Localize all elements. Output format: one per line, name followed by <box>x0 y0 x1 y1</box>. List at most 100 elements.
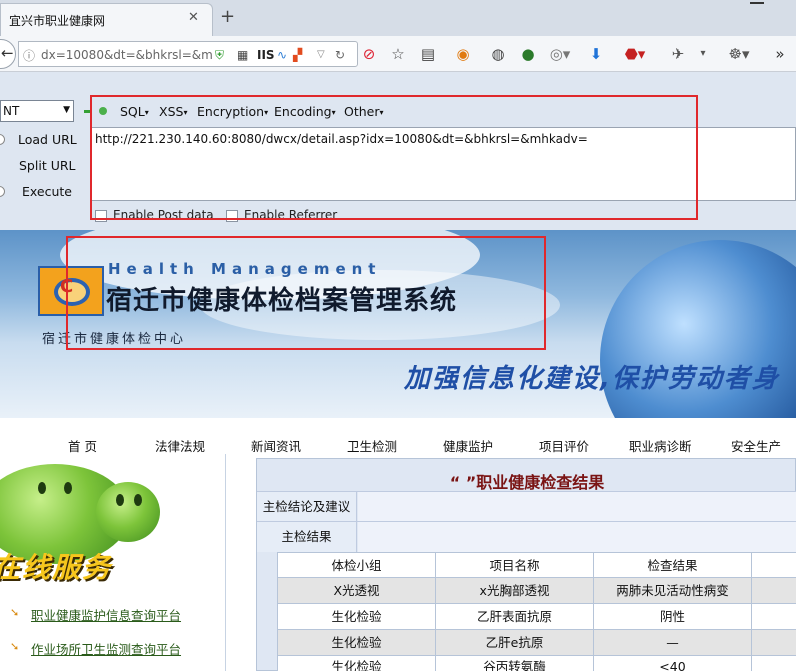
block-icon[interactable]: ⊘ <box>360 44 378 64</box>
close-tab-icon[interactable]: ✕ <box>188 10 199 25</box>
nav-news[interactable]: 新闻资讯 <box>251 436 301 455</box>
nav-health-monitoring[interactable]: 健康监护 <box>443 436 493 455</box>
url-bar[interactable]: ⓘ dx=10080&dt=&bhkrsl=&m ⛨ ▦ IIS ∿ ▞ ▽ ↻ <box>18 41 358 67</box>
table-cell: 生化检验 <box>278 604 436 630</box>
qr-code-icon[interactable]: ▦ <box>237 46 248 64</box>
split-url-button[interactable]: Split URL <box>19 158 76 173</box>
extra-cell <box>752 604 796 630</box>
info-icon[interactable]: ⓘ <box>23 47 35 64</box>
left-sidebar: 在线服务 ➘ 职业健康监护信息查询平台 ➘ 作业场所卫生监测查询平台 <box>0 454 226 671</box>
exam-items-table: 体检小组 项目名称 检查结果 X光透视 x光胸部透视 两肺未见活动性病变 生化检… <box>277 552 796 671</box>
conclusion-row: 主检结论及建议 <box>257 491 796 522</box>
site-navigation: 首 页 法律法规 新闻资讯 卫生检测 健康监护 项目评价 职业病诊断 安全生产 <box>0 418 796 454</box>
mascot-eye-icon <box>38 482 46 494</box>
browser-tab[interactable]: 宜兴市职业健康网 ✕ <box>0 3 213 36</box>
shield-check-icon[interactable]: ⛨ <box>215 46 224 64</box>
table-cell: 乙肝表面抗原 <box>436 604 594 630</box>
enable-post-checkbox[interactable] <box>95 210 107 222</box>
addon-green-icon[interactable]: ● <box>518 44 538 64</box>
table-cell: 两肺未见活动性病变 <box>594 578 752 604</box>
hackbar-url-textarea[interactable]: http://221.230.140.60:8080/dwcx/detail.a… <box>90 127 796 201</box>
load-url-icon <box>0 134 5 145</box>
conclusion-value <box>358 492 796 522</box>
menu-other[interactable]: Other▾ <box>344 104 384 119</box>
mascot-eye-icon <box>116 494 124 506</box>
enable-referrer-label: Enable Referrer <box>244 208 338 222</box>
menu-sql-label: SQL <box>120 104 145 119</box>
site-banner: C Health Management 宿迁市健康体检档案管理系统 宿迁市健康体… <box>0 230 796 418</box>
tool-icon[interactable]: ✈ <box>668 44 688 64</box>
addon-fox-icon[interactable]: ◉ <box>453 44 473 64</box>
hackbar-select[interactable]: NT ▼ <box>0 100 74 122</box>
table-cell: 生化检验 <box>278 656 436 671</box>
nav-safety[interactable]: 安全生产 <box>731 436 781 455</box>
mascot-eye-icon <box>134 494 142 506</box>
load-url-button[interactable]: Load URL <box>18 132 77 147</box>
table-cell: x光胸部透视 <box>436 578 594 604</box>
enable-post-label: Enable Post data <box>113 208 214 222</box>
enable-referrer-checkbox[interactable] <box>226 210 238 222</box>
hackbar-url-value: http://221.230.140.60:8080/dwcx/detail.a… <box>95 132 588 146</box>
nav-laws[interactable]: 法律法规 <box>155 436 205 455</box>
table-cell: 生化检验 <box>278 630 436 656</box>
menu-encryption[interactable]: Encryption▾ <box>197 104 268 119</box>
conclusion-label: 主检结论及建议 <box>257 492 357 522</box>
browser-tab-bar: 宜兴市职业健康网 ✕ + <box>0 0 796 36</box>
hackbar-toolbar: NT ▼ SQL▾ XSS▾ Encryption▾ Encoding▾ Oth… <box>0 72 796 230</box>
overflow-icon[interactable]: » <box>770 44 790 64</box>
new-tab-icon[interactable]: + <box>220 6 235 27</box>
online-service-title: 在线服务 <box>0 551 113 584</box>
logo-c-icon: C <box>60 276 74 297</box>
hackbar-select-value: NT <box>3 104 20 118</box>
menu-sql[interactable]: SQL▾ <box>120 104 149 119</box>
result-title: “ ”职业健康检查结果 <box>449 473 605 492</box>
link-health-query[interactable]: 职业健康监护信息查询平台 <box>31 605 181 624</box>
extra-cell <box>752 630 796 656</box>
tool-menu-arrow-icon[interactable]: ▾ <box>696 44 710 64</box>
exam-result-panel: “ ”职业健康检查结果 主检结论及建议 主检结果 体检小组 项目名称 检查结果 … <box>256 458 796 671</box>
tab-title: 宜兴市职业健康网 <box>9 14 106 28</box>
nav-home[interactable]: 首 页 <box>68 436 97 455</box>
table-cell: 乙肝e抗原 <box>436 630 594 656</box>
bookmark-star-icon[interactable]: ☆ <box>388 44 408 64</box>
column-header: 项目名称 <box>436 552 594 578</box>
back-button[interactable]: ← <box>0 39 16 69</box>
gear-icon[interactable]: ☸▾ <box>724 44 754 64</box>
execute-icon <box>0 186 5 197</box>
mascot-small-image <box>96 482 160 542</box>
execute-button[interactable]: Execute <box>22 184 72 199</box>
menu-xss-label: XSS <box>159 104 184 119</box>
mascot-eye-icon <box>64 482 72 494</box>
url-text: dx=10080&dt=&bhkrsl=&m <box>41 48 213 62</box>
minus-icon[interactable] <box>84 110 91 113</box>
menu-encryption-label: Encryption <box>197 104 265 119</box>
settings-icon[interactable]: ◎▾ <box>546 44 574 64</box>
adblock-icon[interactable]: ⬣▾ <box>620 44 650 64</box>
table-cell: <40 <box>594 656 752 671</box>
menu-encoding[interactable]: Encoding▾ <box>274 104 336 119</box>
system-subtitle: 宿迁市健康体检中心 <box>42 332 187 347</box>
plus-icon[interactable] <box>99 107 107 115</box>
menu-other-label: Other <box>344 104 380 119</box>
nav-hygiene-testing[interactable]: 卫生检测 <box>347 436 397 455</box>
wave-icon: ∿ <box>277 48 288 62</box>
reading-list-icon[interactable]: ▤ <box>418 44 438 64</box>
table-cell: — <box>594 630 752 656</box>
link-workplace-query[interactable]: 作业场所卫生监测查询平台 <box>31 639 181 658</box>
table-cell: 阴性 <box>594 604 752 630</box>
nav-diagnosis[interactable]: 职业病诊断 <box>629 436 692 455</box>
extra-cell <box>752 578 796 604</box>
back-arrow-icon: ← <box>1 44 14 62</box>
palette-icon[interactable]: ◍ <box>488 44 508 64</box>
reload-icon[interactable]: ↻ <box>335 46 345 64</box>
windows-icon: ▞ <box>293 48 303 62</box>
minimize-icon[interactable] <box>742 0 772 8</box>
system-title: 宿迁市健康体检档案管理系统 <box>106 286 458 316</box>
chevron-down-icon: ▼ <box>63 105 70 115</box>
nav-project-evaluation[interactable]: 项目评价 <box>539 436 589 455</box>
extra-cell <box>752 552 796 578</box>
dropdown-arrow-icon[interactable]: ▽ <box>317 46 325 64</box>
column-header: 检查结果 <box>594 552 752 578</box>
menu-xss[interactable]: XSS▾ <box>159 104 187 119</box>
download-icon[interactable]: ⬇ <box>586 44 606 64</box>
